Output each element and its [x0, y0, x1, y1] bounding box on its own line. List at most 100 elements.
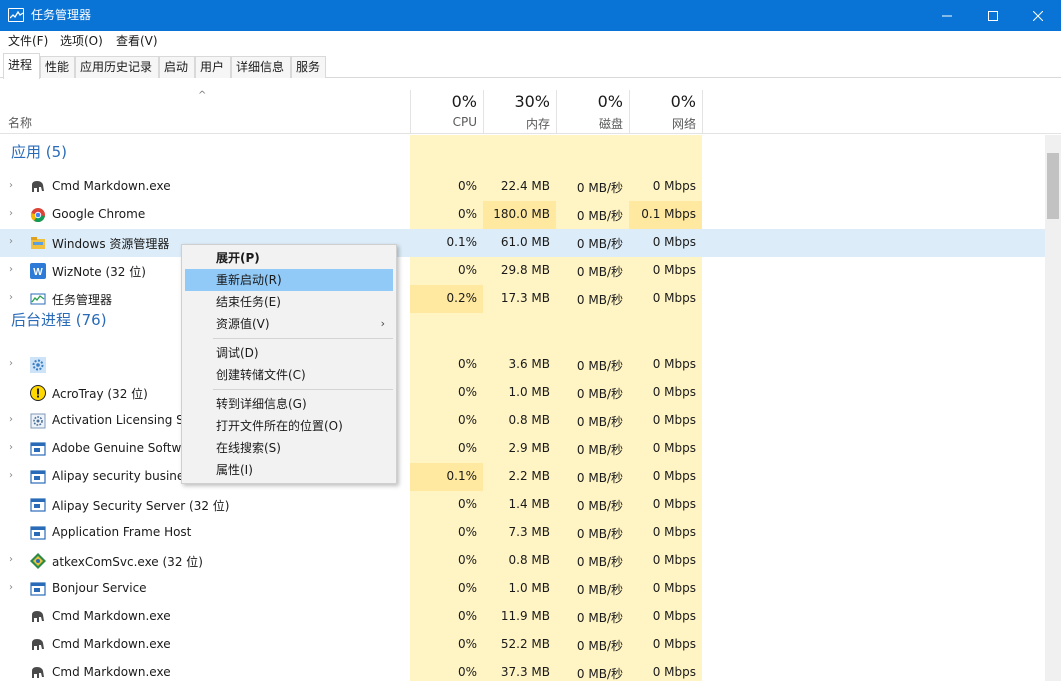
chevron-right-icon[interactable]: ›: [9, 554, 13, 565]
chevron-right-icon[interactable]: ›: [9, 470, 13, 481]
disk-column-header[interactable]: 磁盘: [553, 115, 623, 132]
process-cpu-value: 0.1%: [446, 235, 478, 249]
group-header-apps[interactable]: 应用 (5): [0, 135, 1045, 163]
menu-file[interactable]: 文件(F): [8, 34, 48, 49]
tab-app-history[interactable]: 应用历史记录: [75, 56, 159, 78]
process-name: Google Chrome: [52, 207, 146, 221]
context-menu-item[interactable]: 重新启动(R): [185, 269, 393, 291]
process-mem-value: 1.0 MB: [508, 385, 550, 399]
process-mem-value: 3.6 MB: [508, 357, 550, 371]
process-row[interactable]: Application Frame Host 0% 7.3 MB 0 MB/秒 0 Mb…: [0, 519, 1045, 547]
context-menu-item[interactable]: 在线搜索(S): [185, 437, 393, 459]
process-row[interactable]: Cmd Markdown.exe 0% 52.2 MB 0 MB/秒 0 Mbps: [0, 631, 1045, 659]
process-cpu-value: 0%: [457, 413, 477, 427]
context-menu-item[interactable]: 转到详细信息(G): [185, 393, 393, 415]
process-disk-value: 0 MB/秒: [576, 181, 623, 195]
context-menu-item[interactable]: 打开文件所在的位置(O): [185, 415, 393, 437]
tab-users[interactable]: 用户: [195, 56, 231, 78]
wiznote-icon: W: [30, 263, 46, 279]
process-net-value: 0 Mbps: [652, 665, 696, 679]
memory-column-header[interactable]: 内存: [480, 115, 550, 132]
process-disk-value: 0 MB/秒: [576, 499, 623, 513]
submenu-arrow-icon: ›: [380, 317, 385, 330]
chevron-right-icon[interactable]: ›: [9, 208, 13, 219]
process-row[interactable]: › atkexComSvc.exe (32 位) 0% 0.8 MB 0 MB/秒 0 M…: [0, 547, 1045, 575]
process-row[interactable]: › W WizNote (32 位) 0% 29.8 MB 0 MB/秒 0 Mbps: [0, 257, 1045, 285]
network-total-percent: 0%: [670, 92, 696, 111]
network-column-header[interactable]: 网络: [626, 115, 696, 132]
process-row[interactable]: › Windows 资源管理器 0.1% 61.0 MB 0 MB/秒 0 Mbps: [0, 229, 1045, 257]
process-row[interactable]: › Cmd Markdown.exe 0% 22.4 MB 0 MB/秒 0 Mbps: [0, 173, 1045, 201]
chevron-right-icon[interactable]: ›: [9, 180, 13, 191]
process-row[interactable]: AcroTray (32 位) 0% 1.0 MB 0 MB/秒 0 Mbps: [0, 379, 1045, 407]
process-row[interactable]: › Bonjour Service 0% 1.0 MB 0 MB/秒 0 Mbps: [0, 575, 1045, 603]
process-net-value: 0 Mbps: [652, 413, 696, 427]
maximize-button[interactable]: [970, 0, 1016, 31]
title-bar[interactable]: 任务管理器: [0, 0, 1061, 31]
context-menu-item[interactable]: 结束任务(E): [185, 291, 393, 313]
process-row[interactable]: Alipay Security Server (32 位) 0% 1.4 MB 0 M…: [0, 491, 1045, 519]
chevron-right-icon[interactable]: ›: [9, 582, 13, 593]
process-net-value: 0 Mbps: [652, 497, 696, 511]
process-row[interactable]: › Alipay security busines 0.1% 2.2 MB 0 MB/秒…: [0, 463, 1045, 491]
context-menu-item[interactable]: 调试(D): [185, 342, 393, 364]
chevron-right-icon[interactable]: ›: [9, 358, 13, 369]
process-mem-value: 22.4 MB: [500, 179, 550, 193]
context-menu-item[interactable]: 属性(I): [185, 459, 393, 481]
disk-total-percent: 0%: [597, 92, 623, 111]
process-cpu-value: 0%: [457, 525, 477, 539]
vertical-scrollbar[interactable]: [1045, 135, 1061, 681]
tab-startup[interactable]: 启动: [159, 56, 195, 78]
process-row[interactable]: Cmd Markdown.exe 0% 11.9 MB 0 MB/秒 0 Mbps: [0, 603, 1045, 631]
chevron-right-icon[interactable]: ›: [9, 414, 13, 425]
minimize-button[interactable]: [924, 0, 970, 31]
group-header-background[interactable]: 后台进程 (76): [0, 303, 1045, 331]
process-name: Alipay security busines: [52, 469, 191, 483]
process-net-value: 0 Mbps: [652, 235, 696, 249]
process-name: Cmd Markdown.exe: [52, 609, 171, 623]
task-manager-window: 任务管理器 文件(F) 选项(O) 查看(V) 进程 性能 应用历史记录 启动 …: [0, 0, 1061, 681]
process-row[interactable]: › Activation Licensing Se 0% 0.8 MB 0 MB/秒 0 …: [0, 407, 1045, 435]
process-disk-value: 0 MB/秒: [576, 611, 623, 625]
tab-performance[interactable]: 性能: [40, 56, 75, 78]
process-row[interactable]: › 0% 3.6 MB 0 MB/秒 0 Mbps: [0, 351, 1045, 379]
scrollbar-thumb[interactable]: [1047, 153, 1059, 219]
tab-strip: 进程 性能 应用历史记录 启动 用户 详细信息 服务: [0, 52, 1061, 79]
group-title: 后台进程 (76): [11, 311, 107, 329]
menu-bar: 文件(F) 选项(O) 查看(V): [0, 31, 1061, 51]
process-row[interactable]: › Google Chrome 0% 180.0 MB 0 MB/秒 0.1 Mbps: [0, 201, 1045, 229]
tab-services[interactable]: 服务: [291, 56, 326, 78]
process-mem-value: 1.0 MB: [508, 581, 550, 595]
menu-view[interactable]: 查看(V): [116, 34, 158, 49]
menu-separator: [213, 338, 393, 339]
process-row[interactable]: › Adobe Genuine Softwa 0% 2.9 MB 0 MB/秒 0 Mbp…: [0, 435, 1045, 463]
process-mem-value: 52.2 MB: [500, 637, 550, 651]
column-divider[interactable]: [702, 90, 703, 134]
chevron-right-icon[interactable]: ›: [9, 292, 13, 303]
process-disk-value: 0 MB/秒: [576, 639, 623, 653]
context-menu: 展开(P) 重新启动(R) 结束任务(E) 资源值(V) › 调试(D) 创建转储文件(C)…: [181, 244, 397, 484]
context-menu-item[interactable]: 展开(P): [185, 247, 393, 269]
context-menu-item-label: 转到详细信息(G): [216, 397, 307, 411]
chevron-right-icon[interactable]: ›: [9, 442, 13, 453]
chevron-right-icon[interactable]: ›: [9, 236, 13, 247]
process-cpu-value: 0%: [457, 665, 477, 679]
context-menu-item[interactable]: 创建转储文件(C): [185, 364, 393, 386]
process-disk-value: 0 MB/秒: [576, 667, 623, 681]
tab-details[interactable]: 详细信息: [231, 56, 291, 78]
process-mem-value: 2.9 MB: [508, 441, 550, 455]
menu-options[interactable]: 选项(O): [60, 34, 103, 49]
process-net-value: 0 Mbps: [652, 441, 696, 455]
chevron-right-icon[interactable]: ›: [9, 264, 13, 275]
process-cpu-value: 0%: [457, 441, 477, 455]
window-title: 任务管理器: [31, 8, 92, 22]
process-name: Cmd Markdown.exe: [52, 665, 171, 679]
name-column-header[interactable]: 名称: [8, 114, 32, 131]
process-row[interactable]: Cmd Markdown.exe 0% 37.3 MB 0 MB/秒 0 Mbps: [0, 659, 1045, 681]
tab-processes[interactable]: 进程: [3, 53, 40, 79]
context-menu-item[interactable]: 资源值(V) ›: [185, 313, 393, 335]
cpu-column-header[interactable]: CPU: [407, 115, 477, 129]
process-name: Alipay Security Server (32 位): [52, 499, 230, 513]
process-net-value: 0 Mbps: [652, 469, 696, 483]
close-button[interactable]: [1015, 0, 1061, 31]
